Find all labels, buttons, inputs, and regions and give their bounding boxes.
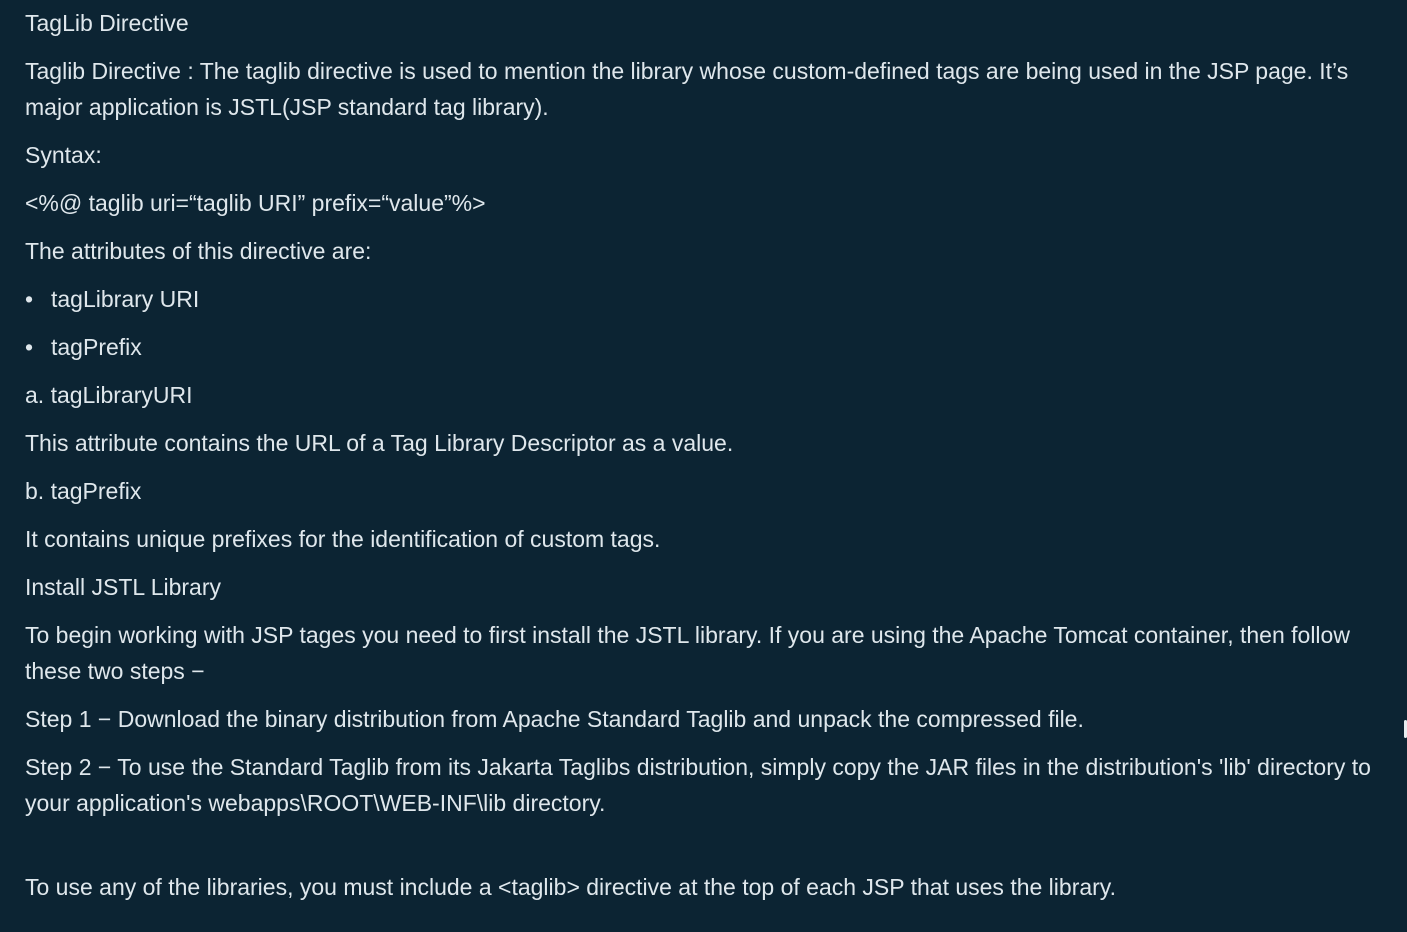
section-heading-taglib: TagLib Directive — [25, 10, 189, 36]
syntax-label: Syntax: — [25, 142, 102, 168]
list-item: • tagLibrary URI — [25, 281, 1395, 317]
prefix-description: It contains unique prefixes for the iden… — [25, 526, 661, 552]
list-item-label: tagPrefix — [51, 334, 142, 360]
step-1: Step 1 − Download the binary distributio… — [25, 706, 1084, 732]
attributes-intro: The attributes of this directive are: — [25, 238, 372, 264]
uri-description: This attribute contains the URL of a Tag… — [25, 430, 734, 456]
uri-heading: a. tagLibraryURI — [25, 382, 193, 408]
step-2: Step 2 − To use the Standard Taglib from… — [25, 754, 1378, 816]
list-item-label: tagLibrary URI — [51, 286, 200, 312]
usage-note: To use any of the libraries, you must in… — [25, 874, 1116, 900]
prefix-heading: b. tagPrefix — [25, 478, 142, 504]
bullet-icon: • — [25, 286, 34, 312]
install-intro: To begin working with JSP tages you need… — [25, 622, 1357, 684]
list-item: • tagPrefix — [25, 329, 1395, 365]
intro-paragraph: Taglib Directive : The taglib directive … — [25, 58, 1355, 120]
bullet-icon: • — [25, 334, 34, 360]
document-body: TagLib Directive Taglib Directive : The … — [25, 5, 1395, 917]
syntax-code: <%@ taglib uri=“taglib URI” prefix=“valu… — [25, 190, 486, 216]
install-heading: Install JSTL Library — [25, 574, 221, 600]
